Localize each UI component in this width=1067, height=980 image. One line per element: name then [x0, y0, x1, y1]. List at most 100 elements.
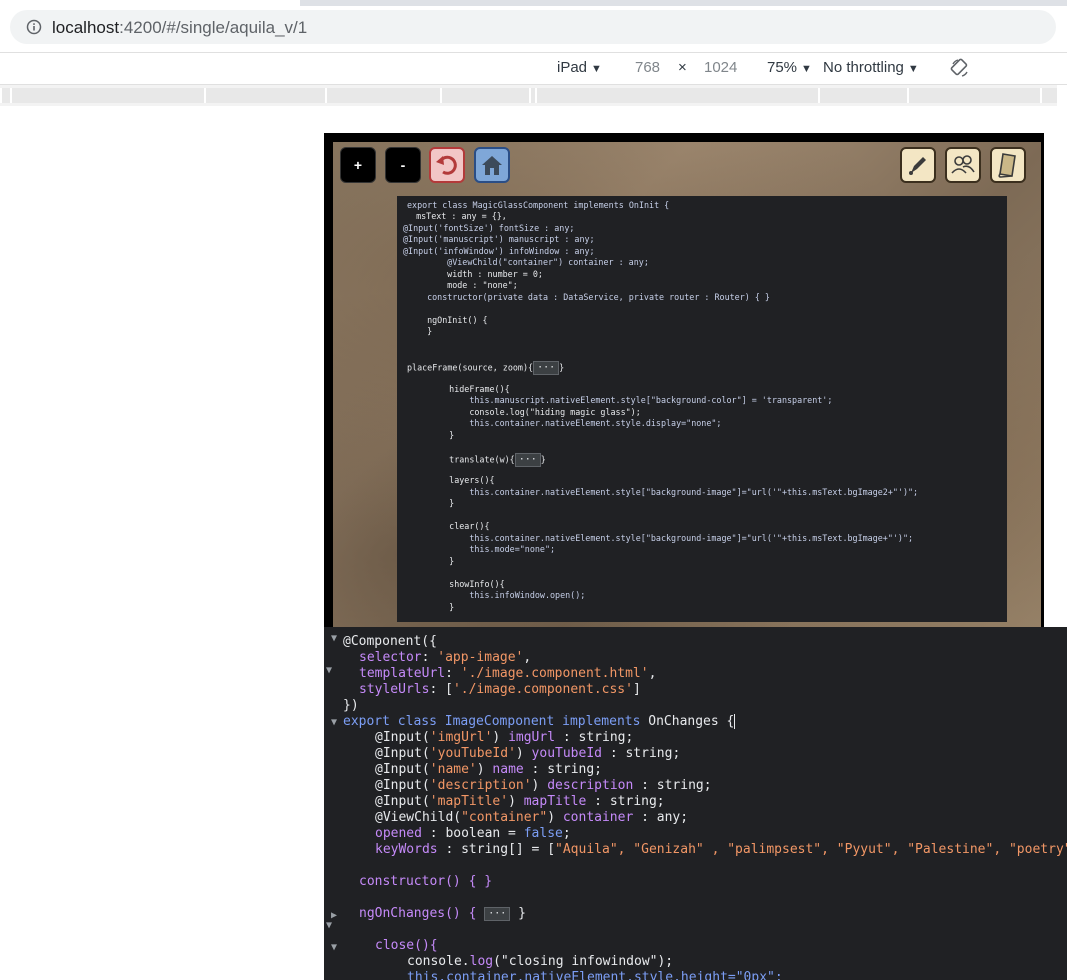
code-line: console.log("hiding magic glass");: [429, 407, 641, 417]
ruler-segment[interactable]: [818, 88, 907, 103]
device-toolbar: iPad ▼ 768 × 1024 75% ▼ No throttling ▼: [0, 52, 1067, 85]
code-line: @Component({: [343, 634, 437, 650]
code-line: }: [429, 498, 455, 508]
annotate-button[interactable]: [900, 147, 936, 183]
ruler-segment[interactable]: [907, 88, 1040, 103]
pen-icon: [909, 157, 926, 175]
code-text: }: [518, 906, 526, 921]
users-button[interactable]: [945, 147, 981, 183]
code-text: opened: [375, 826, 422, 841]
code-text: : string;: [586, 794, 665, 809]
ruler-segment[interactable]: [440, 88, 529, 103]
height-input[interactable]: 1024: [704, 59, 737, 76]
folded-code-button[interactable]: ···: [514, 453, 541, 467]
undo-button[interactable]: [429, 147, 465, 183]
code-line: this.container.nativeElement.style["back…: [429, 533, 914, 543]
code-line: @Input('imgUrl') imgUrl : string;: [375, 730, 633, 746]
code-line: this.container.nativeElement.style["back…: [429, 487, 919, 497]
code-text: keyWords: [375, 842, 438, 857]
url-host: localhost: [52, 18, 120, 37]
rotate-icon[interactable]: [950, 58, 970, 78]
code-line: @Input('mapTitle') mapTitle : string;: [375, 794, 665, 810]
width-input[interactable]: 768: [635, 59, 660, 76]
code-line: @Input('youTubeId') youTubeId : string;: [375, 746, 680, 762]
code-text: 'mapTitle': [429, 794, 509, 809]
throttling-select[interactable]: No throttling ▼: [823, 59, 919, 76]
fold-arrow-icon[interactable]: ▼: [331, 940, 337, 956]
ruler-segment[interactable]: [535, 88, 818, 103]
code-line: close(){: [375, 938, 438, 954]
users-icon: [951, 155, 975, 174]
code-line: @ViewChild("container") container : any;: [375, 810, 689, 825]
code-text: }): [343, 698, 359, 713]
code-line: }): [343, 698, 359, 714]
code-text: close(){: [375, 938, 438, 953]
home-button[interactable]: [474, 147, 510, 183]
code-text: @Component({: [343, 634, 437, 649]
zoom-in-button[interactable]: +: [340, 147, 376, 183]
omnibox[interactable]: localhost:4200/#/single/aquila_v/1: [10, 10, 1056, 44]
code-line: styleUrls: ['./image.component.css']: [359, 682, 641, 697]
ruler-segment[interactable]: [325, 88, 440, 103]
folded-code-button[interactable]: ···: [533, 361, 560, 375]
code-line: clear(){: [429, 521, 490, 531]
code-text: : any;: [633, 810, 689, 825]
home-icon: [482, 156, 502, 175]
code-text: ImageComponent: [444, 714, 555, 729]
code-text: @Input(: [375, 762, 430, 777]
times-icon: ×: [678, 59, 687, 76]
code-line: this.container.nativeElement.style.heigh…: [407, 970, 783, 980]
media-query-ruler: [0, 85, 1057, 106]
code-text: : string;: [555, 730, 634, 745]
device-select[interactable]: iPad ▼: [557, 59, 602, 76]
code-text: ): [492, 730, 509, 745]
code-editor-panel[interactable]: ▼ @Component({ ▼ selector: 'app-image', …: [324, 627, 1067, 980]
fold-arrow-icon[interactable]: ▼: [326, 663, 332, 679]
code-text: export class: [343, 714, 437, 729]
ruler-segment[interactable]: [0, 88, 10, 103]
code-text: @Input(: [375, 794, 430, 809]
code-line-wrapper: translate(w){···}: [429, 453, 546, 467]
zoom-out-button[interactable]: -: [385, 147, 421, 183]
ruler-segment[interactable]: [1040, 88, 1057, 103]
code-line: placeFrame(source, zoom){: [407, 362, 534, 373]
code-line: @Input('manuscript') manuscript : any;: [403, 234, 595, 244]
device-select-label: iPad: [557, 59, 588, 76]
code-text: : string;: [602, 746, 681, 761]
code-line: @Input('name') name : string;: [375, 762, 602, 778]
folded-code-button[interactable]: ···: [484, 906, 511, 921]
code-line: mode : "none";: [427, 280, 518, 290]
code-line: translate(w){: [429, 454, 515, 465]
fold-arrow-icon[interactable]: ▼: [326, 918, 332, 934]
code-line: @ViewChild("container") container : any;: [427, 257, 649, 267]
code-text: imgUrl: [508, 730, 556, 745]
ruler-segment[interactable]: [204, 88, 325, 103]
scroll-icon: [998, 153, 1016, 178]
code-text: @Input(: [375, 778, 430, 793]
url-text[interactable]: localhost:4200/#/single/aquila_v/1: [52, 18, 307, 38]
code-line: opened : boolean = false;: [375, 826, 571, 841]
fold-arrow-icon[interactable]: ▼: [331, 715, 337, 731]
code-text: 'app-image': [437, 650, 524, 665]
code-line: templateUrl: './image.component.html',: [359, 666, 657, 681]
code-text: container: [562, 810, 634, 825]
scroll-button[interactable]: [990, 147, 1026, 183]
fold-arrow-icon[interactable]: ▼: [331, 631, 337, 647]
code-line: layers(){: [429, 475, 495, 485]
code-text: false: [523, 826, 563, 841]
ruler-segment[interactable]: [10, 88, 204, 103]
code-text: ("closing infowindow");: [493, 954, 674, 969]
code-line: }: [429, 602, 455, 612]
address-bar: localhost:4200/#/single/aquila_v/1: [0, 6, 1067, 52]
code-line: console.log("closing infowindow");: [407, 954, 673, 970]
undo-icon: [436, 155, 457, 175]
info-icon[interactable]: [26, 19, 42, 35]
code-line: constructor(private data : DataService, …: [417, 292, 770, 302]
zoom-select-label: 75%: [767, 59, 798, 76]
code-text: templateUrl: [359, 666, 446, 681]
code-line: keyWords : string[] = ["Aquila", "Geniza…: [375, 842, 1067, 858]
code-text: ): [515, 746, 532, 761]
code-line: this.mode="none";: [429, 544, 556, 554]
code-text: styleUrls: [359, 682, 430, 697]
zoom-select[interactable]: 75% ▼: [767, 59, 812, 76]
